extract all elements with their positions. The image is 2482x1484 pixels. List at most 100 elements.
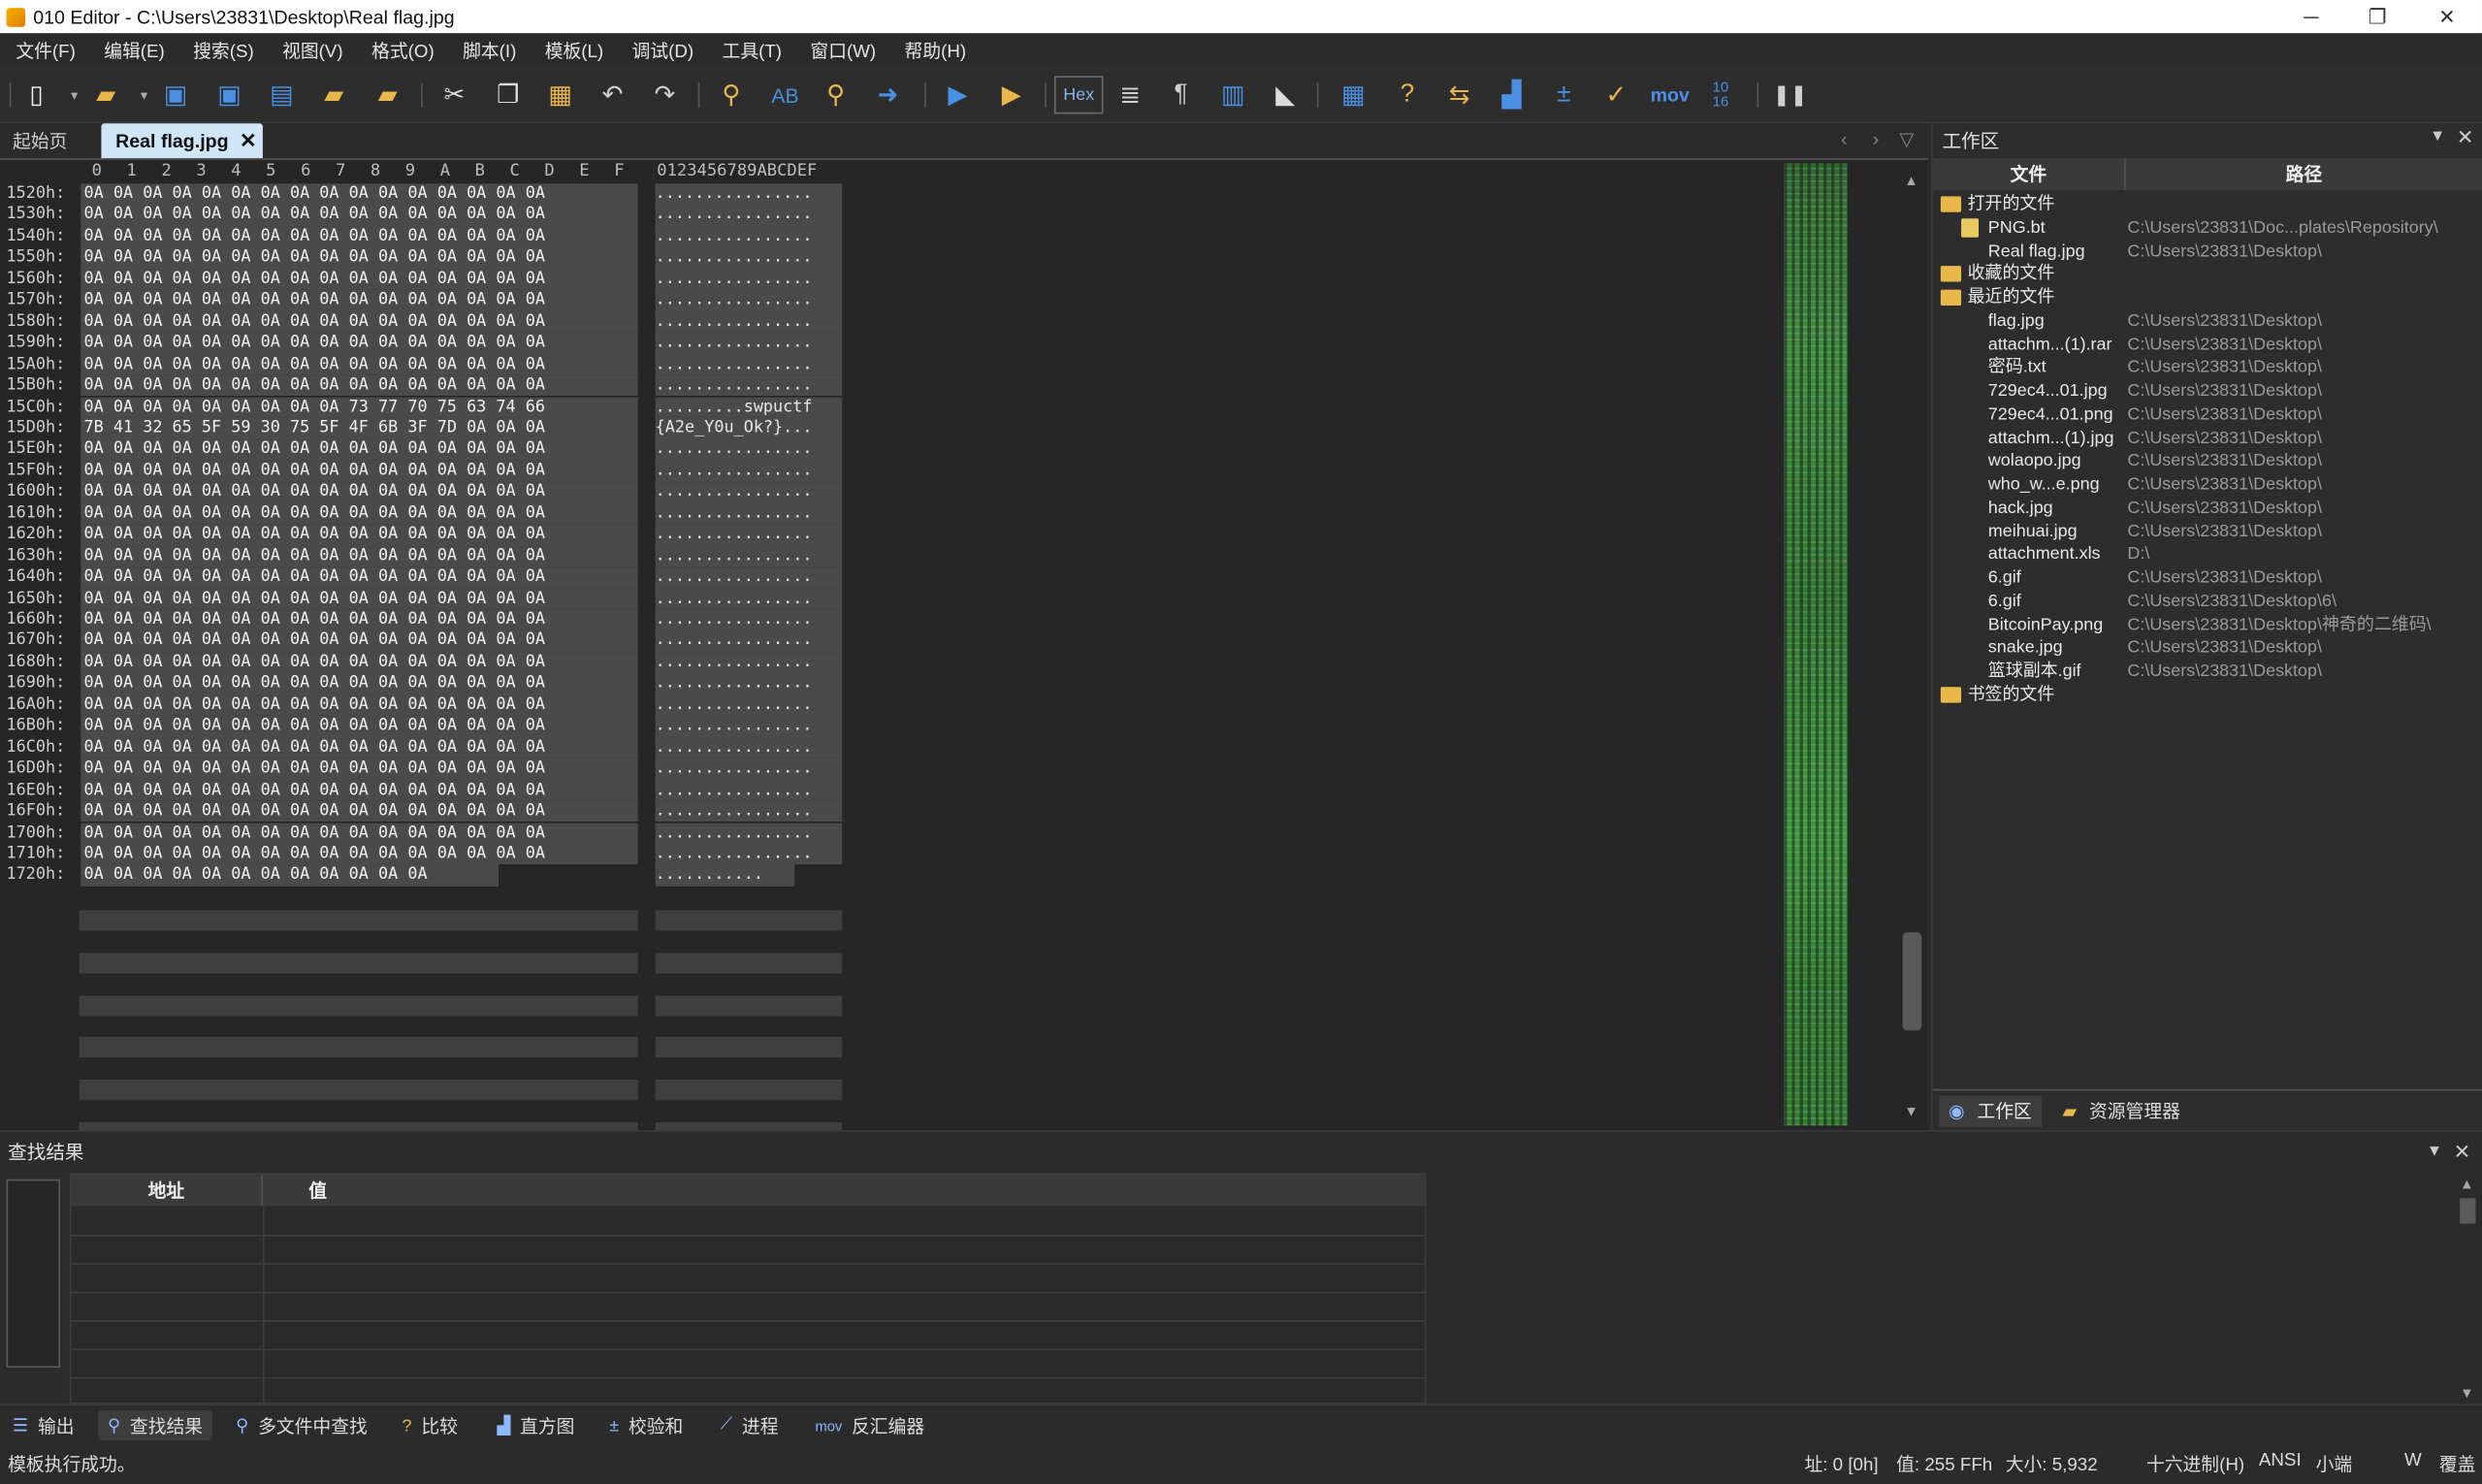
checksum-icon[interactable]: ± [1546, 78, 1581, 113]
hex-row[interactable]: 1640h: 0A 0A 0A 0A 0A 0A 0A 0A 0A 0A 0A 0… [0, 566, 854, 589]
row-hex-bytes[interactable]: 0A 0A 0A 0A 0A 0A 0A 0A 0A 0A 0A 0A 0A 0… [81, 694, 638, 716]
row-ascii-text[interactable]: ................ [655, 310, 843, 333]
tab-compare[interactable]: ? 比较 [393, 1410, 467, 1440]
row-ascii-text[interactable]: {A2e_Y0u_Ok?}... [655, 417, 843, 439]
text-mode-icon[interactable]: ≣ [1112, 78, 1147, 113]
hex-row[interactable]: 1680h: 0A 0A 0A 0A 0A 0A 0A 0A 0A 0A 0A 0… [0, 652, 854, 674]
tab-workspace[interactable]: ◉ 工作区 [1939, 1095, 2042, 1127]
find-options-box[interactable] [6, 1178, 61, 1369]
row-hex-bytes[interactable]: 0A 0A 0A 0A 0A 0A 0A 0A 0A 0A 0A 0A 0A 0… [81, 566, 638, 589]
row-ascii-text[interactable]: ................ [655, 374, 843, 397]
file-entry[interactable]: Real flag.jpg C:\Users\23831\Desktop\ [1933, 240, 2482, 263]
tree-bookmarks[interactable]: 书签的文件 [1933, 684, 2482, 707]
row-hex-bytes[interactable]: 0A 0A 0A 0A 0A 0A 0A 0A 0A 0A 0A 0A 0A 0… [81, 502, 638, 525]
row-hex-bytes[interactable]: 0A 0A 0A 0A 0A 0A 0A 0A 0A 0A 0A 0A 0A 0… [81, 374, 638, 397]
status-overwrite[interactable]: 覆盖 [2439, 1452, 2476, 1477]
row-hex-bytes[interactable]: 0A 0A 0A 0A 0A 0A 0A 0A 0A 0A 0A 0A 0A 0… [81, 630, 638, 653]
cut-icon[interactable]: ✂ [436, 78, 471, 113]
tab-start-page[interactable]: 起始页 [13, 128, 67, 153]
row-hex-bytes[interactable]: 0A 0A 0A 0A 0A 0A 0A 0A 0A 0A 0A 0A 0A 0… [81, 353, 638, 375]
row-hex-bytes[interactable]: 0A 0A 0A 0A 0A 0A 0A 0A 0A 0A 0A 0A 0A 0… [81, 545, 638, 567]
run-template-icon[interactable]: ▶ [994, 78, 1029, 113]
tab-list-icon[interactable]: ▽ [1899, 128, 1914, 150]
columns-icon[interactable]: ▥ [1215, 78, 1250, 113]
file-entry[interactable]: snake.jpg C:\Users\23831\Desktop\ [1933, 636, 2482, 660]
row-hex-bytes[interactable]: 0A 0A 0A 0A 0A 0A 0A 0A 0A 0A 0A 0A 0A 0… [81, 269, 638, 290]
highlight-icon[interactable]: ◣ [1268, 78, 1303, 113]
menu-file[interactable]: 文件(F) [16, 37, 76, 62]
goto-icon[interactable]: ➜ [871, 78, 906, 113]
status-write-mode[interactable]: W [2404, 1452, 2422, 1471]
tab-real-flag[interactable]: Real flag.jpg ✕ [101, 123, 263, 159]
hex-row[interactable]: 1580h: 0A 0A 0A 0A 0A 0A 0A 0A 0A 0A 0A 0… [0, 310, 854, 333]
scrollbar-thumb[interactable] [1902, 932, 1922, 1031]
row-hex-bytes[interactable]: 0A 0A 0A 0A 0A 0A 0A 0A 0A 73 77 70 75 6… [81, 396, 638, 418]
row-ascii-text[interactable]: ................ [655, 247, 843, 270]
open-dropdown-icon[interactable]: ▾ [127, 78, 162, 113]
row-hex-bytes[interactable]: 0A 0A 0A 0A 0A 0A 0A 0A 0A 0A 0A 0A 0A 0… [81, 652, 638, 674]
scroll-up-icon[interactable]: ▲ [2460, 1177, 2474, 1192]
row-hex-bytes[interactable]: 0A 0A 0A 0A 0A 0A 0A 0A 0A 0A 0A 0A 0A 0… [81, 758, 638, 780]
redo-icon[interactable]: ↷ [647, 78, 682, 113]
col-header-path[interactable]: 路径 [2125, 158, 2482, 190]
hex-row[interactable]: 15F0h: 0A 0A 0A 0A 0A 0A 0A 0A 0A 0A 0A 0… [0, 460, 854, 482]
tab-process[interactable]: ⟋ 进程 [711, 1410, 788, 1440]
histogram-icon[interactable]: ▟ [1495, 78, 1530, 113]
disassembler-button[interactable]: mov [1648, 78, 1692, 113]
scroll-down-icon[interactable]: ▼ [1904, 1104, 1918, 1119]
row-ascii-text[interactable]: ................ [655, 588, 843, 610]
row-ascii-text[interactable]: .........swpuctf [655, 396, 843, 418]
row-hex-bytes[interactable]: 0A 0A 0A 0A 0A 0A 0A 0A 0A 0A 0A 0A [81, 864, 500, 887]
row-hex-bytes[interactable]: 0A 0A 0A 0A 0A 0A 0A 0A 0A 0A 0A 0A 0A 0… [81, 460, 638, 482]
hex-row[interactable]: 1660h: 0A 0A 0A 0A 0A 0A 0A 0A 0A 0A 0A 0… [0, 609, 854, 631]
file-entry[interactable]: 密码.txt C:\Users\23831\Desktop\ [1933, 357, 2482, 380]
hex-row[interactable]: 1610h: 0A 0A 0A 0A 0A 0A 0A 0A 0A 0A 0A 0… [0, 502, 854, 525]
row-hex-bytes[interactable]: 0A 0A 0A 0A 0A 0A 0A 0A 0A 0A 0A 0A 0A 0… [81, 524, 638, 546]
new-file-icon[interactable]: ▯ [19, 78, 54, 113]
row-ascii-text[interactable]: ................ [655, 843, 843, 865]
row-ascii-text[interactable]: ................ [655, 737, 843, 758]
row-ascii-text[interactable]: ................ [655, 290, 843, 311]
tab-histogram[interactable]: ▟ 直方图 [488, 1410, 585, 1440]
row-ascii-text[interactable]: ................ [655, 502, 843, 525]
panel-menu-icon[interactable]: ▼ [2430, 128, 2445, 145]
hex-row[interactable]: 16D0h: 0A 0A 0A 0A 0A 0A 0A 0A 0A 0A 0A 0… [0, 758, 854, 780]
scroll-up-icon[interactable]: ▲ [1904, 173, 1918, 188]
file-entry[interactable]: attachment.xls D:\ [1933, 543, 2482, 566]
hex-row[interactable]: 1570h: 0A 0A 0A 0A 0A 0A 0A 0A 0A 0A 0A 0… [0, 290, 854, 311]
find-panel-menu-icon[interactable]: ▼ [2427, 1143, 2442, 1160]
row-ascii-text[interactable]: ................ [655, 460, 843, 482]
col-header-address[interactable]: 地址 [71, 1174, 263, 1207]
hex-row[interactable]: 1720h: 0A 0A 0A 0A 0A 0A 0A 0A 0A 0A 0A 0… [0, 864, 854, 887]
file-entry[interactable]: 729ec4...01.jpg C:\Users\23831\Desktop\ [1933, 380, 2482, 403]
menu-template[interactable]: 模板(L) [545, 37, 603, 62]
row-hex-bytes[interactable]: 0A 0A 0A 0A 0A 0A 0A 0A 0A 0A 0A 0A 0A 0… [81, 247, 638, 270]
hex-row[interactable]: 16F0h: 0A 0A 0A 0A 0A 0A 0A 0A 0A 0A 0A 0… [0, 800, 854, 823]
row-ascii-text[interactable]: ................ [655, 673, 843, 695]
row-hex-bytes[interactable]: 0A 0A 0A 0A 0A 0A 0A 0A 0A 0A 0A 0A 0A 0… [81, 843, 638, 865]
tree-favorites[interactable]: 收藏的文件 [1933, 263, 2482, 286]
close-tab-icon[interactable]: ✕ [240, 128, 257, 153]
row-ascii-text[interactable]: ................ [655, 269, 843, 290]
tab-explorer[interactable]: ▰ 资源管理器 [2053, 1095, 2190, 1127]
row-hex-bytes[interactable]: 0A 0A 0A 0A 0A 0A 0A 0A 0A 0A 0A 0A 0A 0… [81, 438, 638, 461]
replace-icon[interactable]: AB [768, 78, 803, 113]
calculator-icon[interactable]: ▦ [1336, 78, 1370, 113]
row-hex-bytes[interactable]: 0A 0A 0A 0A 0A 0A 0A 0A 0A 0A 0A 0A 0A 0… [81, 588, 638, 610]
minimize-button[interactable]: ─ [2276, 0, 2346, 33]
hex-row[interactable]: 15E0h: 0A 0A 0A 0A 0A 0A 0A 0A 0A 0A 0A 0… [0, 438, 854, 461]
save-icon[interactable]: ▣ [158, 78, 193, 113]
hex-row[interactable]: 1700h: 0A 0A 0A 0A 0A 0A 0A 0A 0A 0A 0A 0… [0, 822, 854, 844]
row-ascii-text[interactable]: ................ [655, 652, 843, 674]
hex-editor[interactable]: 0123456789ABCDEF 0123456789ABCDEF 1520h:… [0, 158, 1928, 1281]
row-ascii-text[interactable]: ................ [655, 758, 843, 780]
file-entry[interactable]: attachm...(1).rar C:\Users\23831\Desktop\ [1933, 334, 2482, 357]
menu-tools[interactable]: 工具(T) [723, 37, 783, 62]
compare-icon[interactable]: ⇆ [1442, 78, 1477, 113]
workspace-folder-icon[interactable]: ▰ [371, 78, 405, 113]
hex-row[interactable]: 16E0h: 0A 0A 0A 0A 0A 0A 0A 0A 0A 0A 0A 0… [0, 779, 854, 801]
row-hex-bytes[interactable]: 0A 0A 0A 0A 0A 0A 0A 0A 0A 0A 0A 0A 0A 0… [81, 481, 638, 503]
tab-prev-icon[interactable]: ‹ [1841, 128, 1848, 150]
file-entry[interactable]: 6.gif C:\Users\23831\Desktop\6\ [1933, 590, 2482, 613]
menu-view[interactable]: 视图(V) [282, 37, 343, 62]
